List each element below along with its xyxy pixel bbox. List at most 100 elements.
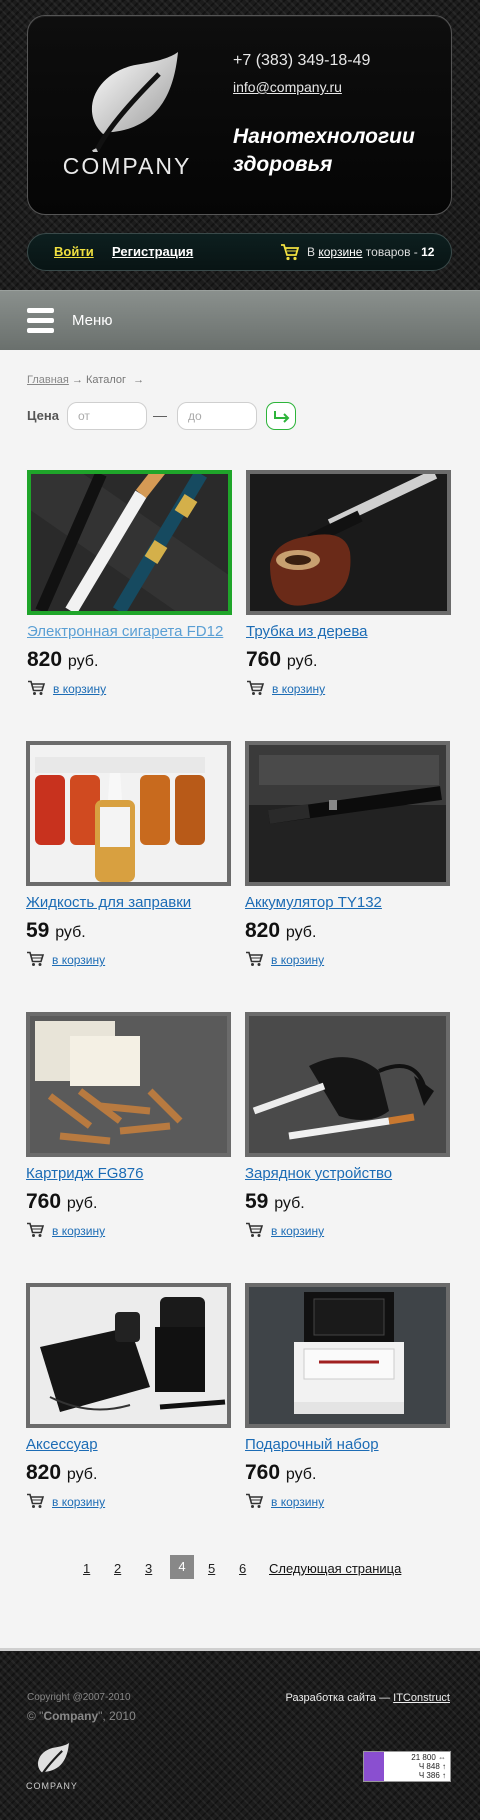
product-name-link[interactable]: Аксессуар: [26, 1436, 98, 1453]
product-image-wooden-pipe[interactable]: [246, 470, 451, 615]
breadcrumb-current: Каталог: [86, 374, 126, 386]
product-card: Заряднок устройство 59 руб. в корзину: [245, 1012, 450, 1252]
cart-suffix: товаров -: [362, 245, 422, 259]
login-link[interactable]: Войти: [54, 244, 94, 259]
page-link[interactable]: 5: [208, 1561, 215, 1576]
copyright-suffix: ", 2010: [98, 1709, 136, 1723]
copyright-company: © "Company", 2010: [27, 1709, 136, 1723]
add-to-cart-link[interactable]: в корзину: [52, 1495, 105, 1509]
logo-text: COMPANY: [62, 153, 192, 179]
cart-icon[interactable]: [26, 1493, 45, 1509]
price-value: 59: [245, 1190, 269, 1213]
copyright-prefix: © ": [27, 1709, 44, 1723]
cart-icon[interactable]: [280, 243, 300, 261]
next-page-link[interactable]: Следующая страница: [269, 1561, 401, 1576]
page-link[interactable]: 2: [114, 1561, 121, 1576]
product-image-liquid-bottles[interactable]: [26, 741, 231, 886]
breadcrumb-arrow: →: [133, 374, 145, 386]
header-card: COMPANY +7 (383) 349-18-49 info@company.…: [27, 15, 452, 215]
add-to-cart-link[interactable]: в корзину: [271, 1224, 324, 1238]
leaf-logo-icon[interactable]: [31, 1743, 71, 1779]
product-name-link[interactable]: Аккумулятор TY132: [245, 894, 382, 911]
cart-link[interactable]: корзине: [318, 245, 362, 259]
page-link[interactable]: 6: [239, 1561, 246, 1576]
product-name-link[interactable]: Жидкость для заправки: [26, 894, 191, 911]
menu-bar[interactable]: Меню: [0, 290, 480, 350]
product-name-link[interactable]: Картридж FG876: [26, 1165, 144, 1182]
price-currency: руб.: [285, 924, 317, 941]
price-to-input[interactable]: [177, 402, 257, 430]
breadcrumb-arrow: →: [71, 374, 83, 386]
counter-badge-icon: [364, 1752, 384, 1781]
cart-icon[interactable]: [245, 951, 264, 967]
price-currency: руб.: [67, 653, 99, 670]
product-card: Подарочный набор 760 руб. в корзину: [245, 1283, 450, 1523]
price-currency: руб.: [55, 924, 86, 941]
footer-logo-text: COMPANY: [26, 1781, 78, 1791]
slogan: Нанотехнологии здоровья: [233, 123, 443, 179]
cart-icon[interactable]: [26, 1222, 45, 1238]
menu-label[interactable]: Меню: [72, 312, 113, 329]
product-name-link[interactable]: Электронная сигарета FD12: [27, 623, 223, 640]
copyright-years: Copyright @2007-2010: [27, 1692, 131, 1703]
product-card: Электронная сигарета FD12 820 руб. в кор…: [27, 470, 232, 710]
phone-number: +7 (383) 349-18-49: [233, 52, 371, 69]
product-price: 820 руб.: [245, 919, 316, 943]
dev-prefix: Разработка сайта —: [285, 1692, 394, 1704]
product-image-e-cigarettes[interactable]: [27, 470, 232, 615]
product-image-cartridges[interactable]: [26, 1012, 231, 1157]
price-dash: —: [153, 407, 167, 423]
slogan-line-2: здоровья: [233, 153, 333, 176]
visitor-counter[interactable]: 21 800 ⇔ Ч 848 ↑ Ч 386 ↑: [363, 1751, 451, 1782]
product-price: 59 руб.: [26, 919, 86, 943]
page-link[interactable]: 3: [145, 1561, 152, 1576]
counter-values: 21 800 ⇔ Ч 848 ↑ Ч 386 ↑: [388, 1753, 446, 1780]
product-name-link[interactable]: Подарочный набор: [245, 1436, 379, 1453]
price-value: 760: [245, 1461, 281, 1484]
price-value: 760: [26, 1190, 62, 1213]
cart-icon[interactable]: [245, 1493, 264, 1509]
product-price: 760 руб.: [245, 1461, 316, 1485]
product-price: 820 руб.: [26, 1461, 97, 1485]
counter-line: Ч 386 ↑: [418, 1771, 446, 1780]
price-filter-label: Цена: [27, 408, 59, 423]
product-image-gift-box[interactable]: [245, 1283, 450, 1428]
product-price: 59 руб.: [245, 1190, 305, 1214]
price-from-input[interactable]: [67, 402, 147, 430]
product-price: 760 руб.: [246, 648, 317, 672]
register-link[interactable]: Регистрация: [112, 244, 193, 259]
cart-count: 12: [421, 245, 435, 259]
add-to-cart-link[interactable]: в корзину: [271, 953, 324, 967]
add-to-cart-link[interactable]: в корзину: [53, 682, 106, 696]
cart-prefix: В: [307, 245, 319, 259]
leaf-logo-icon[interactable]: [73, 52, 183, 152]
cart-icon[interactable]: [246, 680, 265, 696]
copyright-company-name: Company: [43, 1709, 99, 1723]
page-link[interactable]: 1: [83, 1561, 90, 1576]
developer-link[interactable]: ITConstruct: [393, 1692, 450, 1704]
cart-icon[interactable]: [27, 680, 46, 696]
product-image-battery-case[interactable]: [245, 741, 450, 886]
cart-icon[interactable]: [245, 1222, 264, 1238]
product-name-link[interactable]: Заряднок устройство: [245, 1165, 392, 1182]
hamburger-menu-icon[interactable]: [27, 308, 54, 333]
add-to-cart-link[interactable]: в корзину: [52, 953, 105, 967]
add-to-cart-link[interactable]: в корзину: [271, 1495, 324, 1509]
add-to-cart-link[interactable]: в корзину: [272, 682, 325, 696]
product-image-charger[interactable]: [245, 1012, 450, 1157]
add-to-cart-link[interactable]: в корзину: [52, 1224, 105, 1238]
breadcrumb-home-link[interactable]: Главная: [27, 374, 69, 386]
cart-icon[interactable]: [26, 951, 45, 967]
current-page: 4: [170, 1555, 194, 1579]
product-image-accessory-kit[interactable]: [26, 1283, 231, 1428]
product-card: Аккумулятор TY132 820 руб. в корзину: [245, 741, 450, 981]
product-name-link[interactable]: Трубка из дерева: [246, 623, 368, 640]
price-currency: руб.: [66, 1466, 98, 1483]
product-card: Картридж FG876 760 руб. в корзину: [26, 1012, 231, 1252]
price-value: 820: [245, 919, 281, 942]
email-link[interactable]: info@company.ru: [233, 79, 342, 95]
price-value: 820: [26, 1461, 62, 1484]
apply-filter-button[interactable]: [266, 402, 296, 430]
counter-line: 21 800 ⇔: [411, 1753, 446, 1762]
product-price: 820 руб.: [27, 648, 98, 672]
